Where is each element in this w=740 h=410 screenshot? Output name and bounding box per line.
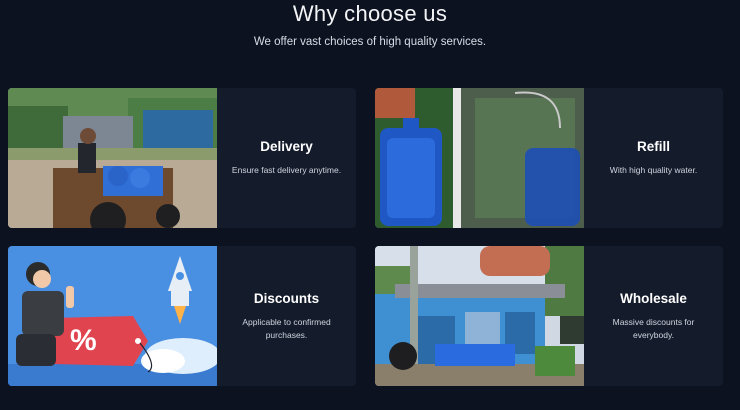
card-title: Wholesale	[620, 290, 687, 306]
card-title: Delivery	[260, 139, 313, 154]
storefront-photo	[375, 246, 584, 386]
discount-illustration: %	[8, 246, 217, 386]
card-description: Massive discounts for everybody.	[612, 316, 695, 340]
tricycle-delivery-photo	[8, 88, 217, 228]
card-body: Wholesale Massive discounts for everybod…	[584, 246, 723, 386]
water-gallon-photo	[375, 88, 584, 228]
card-title: Discounts	[253, 290, 320, 306]
card-discounts[interactable]: % Discounts Applicable to confirmed purc…	[8, 246, 356, 386]
card-body: Refill With high quality water.	[584, 88, 723, 228]
card-refill[interactable]: Refill With high quality water.	[375, 88, 723, 228]
card-description: With high quality water.	[609, 165, 698, 175]
page: Why choose us We offer vast choices of h…	[0, 0, 740, 410]
card-title: Refill	[636, 139, 670, 154]
card-delivery[interactable]: Delivery Ensure fast delivery anytime.	[8, 88, 356, 228]
card-description: Applicable to confirmed purchases.	[242, 316, 331, 340]
card-body: Discounts Applicable to confirmed purcha…	[217, 246, 356, 386]
card-wholesale[interactable]: Wholesale Massive discounts for everybod…	[375, 246, 723, 386]
card-body: Delivery Ensure fast delivery anytime.	[217, 88, 356, 228]
card-description: Ensure fast delivery anytime.	[231, 165, 342, 175]
section-subtitle: We offer vast choices of high quality se…	[253, 36, 487, 48]
section-title: Why choose us	[292, 1, 448, 26]
discount-badge: %	[70, 324, 97, 357]
